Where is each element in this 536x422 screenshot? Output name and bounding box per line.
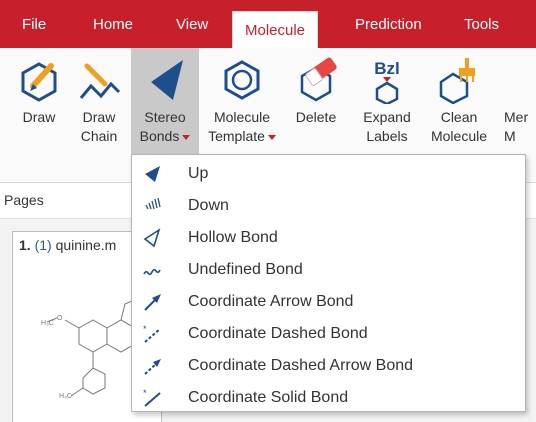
svg-text:O: O — [57, 315, 63, 322]
dropdown-item-label: Coordinate Dashed Bond — [188, 325, 368, 342]
merge-label: Mer M — [504, 109, 529, 144]
dropdown-item-label: Coordinate Dashed Arrow Bond — [188, 357, 414, 374]
dropdown-item-label: Hollow Bond — [188, 229, 278, 246]
hollow-wedge-icon — [143, 228, 161, 248]
chevron-down-icon — [182, 134, 191, 140]
clean-molecule-button[interactable]: Clean Molecule — [424, 48, 494, 154]
clean-brush-icon — [439, 58, 475, 104]
dropdown-item-undefined-bond[interactable]: Undefined Bond — [132, 254, 525, 286]
solid-bond-icon: * — [143, 388, 161, 407]
dropdown-item-coordinate-dashed-bond[interactable]: * Coordinate Dashed Bond — [132, 318, 525, 350]
svg-text:H₃C: H₃C — [41, 320, 54, 327]
draw-label: Draw — [22, 109, 56, 125]
stereo-wedge-icon — [151, 60, 183, 100]
page-file-name: quinine.m — [55, 237, 117, 253]
draw-chain-button[interactable]: Draw Chain — [70, 48, 128, 154]
menu-home[interactable]: Home — [93, 14, 133, 36]
delete-label: Delete — [295, 109, 337, 125]
draw-chain-icon — [79, 63, 121, 99]
expand-labels-icon: Bzl — [374, 59, 400, 104]
menu-file[interactable]: File — [22, 14, 46, 36]
svg-text:*: * — [143, 388, 147, 398]
dropdown-item-coordinate-solid-bond[interactable]: * Coordinate Solid Bond — [132, 382, 525, 414]
stereo-bonds-text: Stereo Bonds — [139, 109, 186, 144]
chevron-down-icon — [267, 134, 276, 140]
page-number: 1. — [19, 237, 31, 253]
wavy-bond-icon — [143, 268, 161, 276]
menu-prediction[interactable]: Prediction — [355, 14, 422, 36]
dropdown-item-label: Down — [188, 197, 229, 214]
dropdown-item-label: Coordinate Arrow Bond — [188, 293, 354, 310]
molecule-template-text: Molecule Template — [208, 109, 271, 144]
expand-labels-button[interactable]: Bzl Expand Labels — [354, 48, 420, 154]
svg-text:Bzl: Bzl — [374, 59, 400, 78]
draw-button[interactable]: Draw — [10, 48, 68, 154]
svg-text:H₃C: H₃C — [59, 393, 72, 400]
delete-button[interactable]: Delete — [286, 48, 346, 154]
expand-labels-label: Expand Labels — [363, 109, 411, 144]
svg-text:*: * — [143, 324, 147, 334]
menu-view[interactable]: View — [176, 14, 208, 36]
dropdown-item-up[interactable]: Up — [132, 158, 525, 190]
molecule-template-label: Molecule Template — [202, 108, 282, 146]
stereo-bonds-label: Stereo Bonds — [131, 108, 199, 146]
page-index: (1) — [34, 237, 52, 253]
menu-bar: File Home View Molecule Prediction Tools — [0, 0, 536, 48]
draw-icon — [21, 62, 57, 102]
menu-molecule[interactable]: Molecule — [232, 11, 319, 48]
dropdown-item-label: Coordinate Solid Bond — [188, 389, 349, 406]
menu-tools[interactable]: Tools — [464, 14, 499, 36]
stereo-bonds-button[interactable]: Stereo Bonds — [131, 48, 199, 154]
draw-chain-label: Draw Chain — [80, 109, 118, 144]
benzene-ring-icon — [224, 60, 260, 100]
dropdown-item-hollow-bond[interactable]: Hollow Bond — [132, 222, 525, 254]
hashed-wedge-icon — [145, 197, 161, 210]
wedge-up-icon — [145, 166, 160, 182]
dropdown-item-label: Up — [188, 165, 209, 182]
dropdown-item-label: Undefined Bond — [188, 261, 303, 278]
dropdown-item-coordinate-dashed-arrow-bond[interactable]: Coordinate Dashed Arrow Bond — [132, 350, 525, 382]
molecule-template-button[interactable]: Molecule Template — [202, 48, 282, 154]
dropdown-item-down[interactable]: Down — [132, 190, 525, 222]
stereo-bonds-dropdown: Up Down Hollow Bond Undefined Bond Coord… — [131, 154, 526, 412]
dashed-arrow-bond-icon — [144, 359, 161, 375]
dropdown-item-coordinate-arrow-bond[interactable]: Coordinate Arrow Bond — [132, 286, 525, 318]
dashed-bond-icon: * — [143, 324, 161, 343]
merge-button[interactable]: Mer M — [500, 48, 536, 154]
eraser-icon — [300, 57, 337, 102]
page-card-label: 1. (1) quinine.m — [19, 237, 116, 253]
pages-title: Pages — [4, 192, 44, 208]
clean-molecule-label: Clean Molecule — [430, 109, 488, 144]
arrow-bond-icon — [144, 294, 161, 311]
